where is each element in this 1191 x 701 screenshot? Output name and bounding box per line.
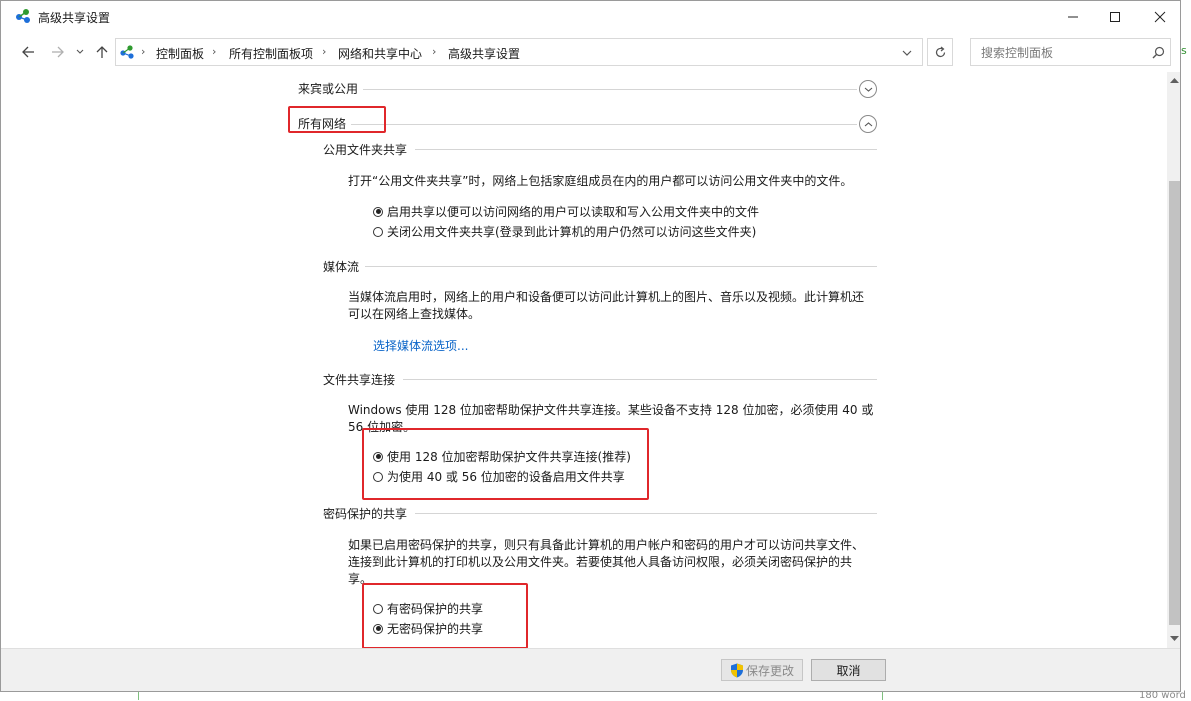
radio-label: 关闭公用文件夹共享(登录到此计算机的用户仍然可以访问这些文件夹)	[387, 225, 757, 239]
cancel-button[interactable]: 取消	[811, 659, 886, 681]
radio-unselected-icon[interactable]	[373, 226, 383, 237]
scrollbar-thumb[interactable]	[1169, 181, 1180, 625]
breadcrumb-separator-icon: ›	[212, 45, 217, 58]
cancel-label: 取消	[836, 663, 861, 678]
maximize-icon	[1110, 11, 1120, 22]
scroll-up-icon[interactable]	[1170, 77, 1179, 83]
background-word-count: 180 word	[1139, 690, 1186, 701]
close-icon	[1154, 11, 1166, 22]
public-folder-section-title: 公用文件夹共享	[323, 143, 408, 157]
minimize-icon	[1068, 16, 1078, 17]
breadcrumb-control-panel[interactable]: 控制面板	[156, 45, 204, 62]
maximize-button[interactable]	[1092, 1, 1138, 32]
window: 高级共享设置 › 控制面板 › 所有控制面板项 › 网络和共享中心 › 高级共享…	[0, 0, 1181, 692]
close-button[interactable]	[1137, 1, 1180, 32]
settings-content: 来宾或公用 所有网络 公用文件夹共享 打开“公用文件夹共享”时，网络上包括家庭组…	[1, 72, 1167, 648]
divider	[415, 149, 877, 150]
search-input[interactable]	[979, 44, 1148, 62]
network-location-icon	[120, 45, 134, 59]
address-bar[interactable]: › 控制面板 › 所有控制面板项 › 网络和共享中心 › 高级共享设置	[115, 38, 923, 66]
back-button[interactable]	[18, 42, 38, 62]
divider	[351, 124, 857, 125]
highlight-box	[362, 583, 528, 648]
profile-guest-public-title[interactable]: 来宾或公用	[298, 80, 358, 97]
arrow-right-icon	[52, 46, 64, 58]
chevron-down-icon	[864, 87, 872, 92]
breadcrumb-network-center[interactable]: 网络和共享中心	[338, 45, 422, 62]
public-folder-enable-radio[interactable]: 启用共享以便可以访问网络的用户可以读取和写入公用文件夹中的文件	[373, 203, 759, 220]
minimize-button[interactable]	[1050, 1, 1096, 32]
file-sharing-section-title: 文件共享连接	[323, 373, 396, 387]
shield-icon	[730, 663, 743, 677]
radio-label: 启用共享以便可以访问网络的用户可以读取和写入公用文件夹中的文件	[387, 205, 760, 219]
recent-locations-button[interactable]	[73, 42, 87, 62]
divider	[403, 379, 877, 380]
save-changes-button[interactable]: 保存更改	[721, 659, 803, 681]
highlight-box	[362, 428, 649, 500]
password-description: 如果已启用密码保护的共享，则只有具备此计算机的用户帐户和密码的用户才可以访问共享…	[348, 538, 865, 586]
public-folder-description: 打开“公用文件夹共享”时，网络上包括家庭组成员在内的用户都可以访问公用文件夹中的…	[348, 174, 853, 188]
breadcrumb-separator-icon: ›	[322, 45, 327, 58]
background-text: s	[1181, 44, 1187, 57]
arrow-up-icon	[96, 46, 108, 58]
collapse-all-networks-button[interactable]	[859, 115, 877, 133]
refresh-icon	[935, 46, 945, 57]
background-window-edge: s	[1181, 0, 1191, 700]
divider	[365, 266, 877, 267]
divider	[363, 89, 857, 90]
media-description: 当媒体流启用时，网络上的用户和设备便可以访问此计算机上的图片、音乐以及视频。此计…	[348, 290, 865, 321]
forward-button[interactable]	[48, 42, 68, 62]
highlight-box	[288, 106, 386, 133]
address-dropdown-icon[interactable]	[902, 48, 912, 58]
breadcrumb-separator-icon: ›	[141, 45, 146, 58]
password-section-title: 密码保护的共享	[323, 507, 408, 521]
arrow-left-icon	[22, 46, 34, 58]
up-button[interactable]	[92, 42, 112, 62]
media-options-link[interactable]: 选择媒体流选项...	[373, 337, 468, 354]
background-window-edge	[138, 692, 883, 700]
refresh-button[interactable]	[927, 38, 953, 66]
breadcrumb-advanced-sharing[interactable]: 高级共享设置	[448, 45, 520, 62]
title-bar: 高级共享设置	[1, 1, 1180, 32]
save-changes-label: 保存更改	[745, 663, 794, 678]
search-icon[interactable]	[1152, 46, 1165, 59]
search-box[interactable]	[970, 38, 1171, 66]
window-title: 高级共享设置	[38, 11, 111, 25]
chevron-up-icon	[864, 121, 872, 126]
media-section-title: 媒体流	[323, 260, 360, 274]
network-app-icon	[16, 9, 30, 23]
chevron-down-icon	[76, 49, 84, 54]
public-folder-disable-radio[interactable]: 关闭公用文件夹共享(登录到此计算机的用户仍然可以访问这些文件夹)	[373, 223, 756, 240]
expand-guest-public-button[interactable]	[859, 80, 877, 98]
breadcrumb-separator-icon: ›	[432, 45, 437, 58]
radio-selected-icon[interactable]	[373, 206, 383, 217]
breadcrumb-all-items[interactable]: 所有控制面板项	[229, 45, 313, 62]
divider	[415, 513, 877, 514]
scroll-down-icon[interactable]	[1170, 636, 1179, 642]
footer-bar: 保存更改 取消	[1, 648, 1180, 691]
